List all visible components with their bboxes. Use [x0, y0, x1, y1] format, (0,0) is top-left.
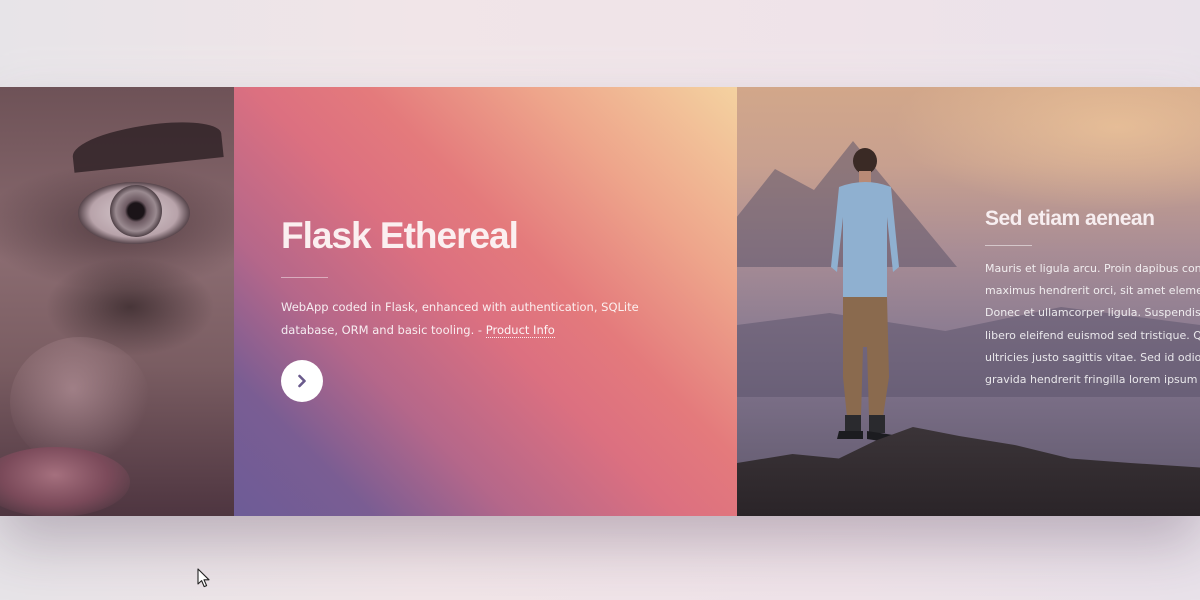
scene-title: Sed etiam aenean [985, 207, 1155, 230]
scene-divider [985, 245, 1032, 246]
scene-text-line: ultricies justo sagittis vitae. Sed id o… [985, 350, 1200, 364]
feature-description-text: WebApp coded in Flask, enhanced with aut… [281, 300, 639, 337]
feature-description: WebApp coded in Flask, enhanced with aut… [281, 296, 691, 342]
portrait-cheek-highlight [10, 337, 150, 467]
banner-strip: Flask Ethereal WebApp coded in Flask, en… [0, 87, 1200, 516]
scene-text-line: maximus hendrerit orci, sit amet elemen [985, 284, 1200, 298]
next-button[interactable] [281, 360, 323, 402]
scene-text-line: Mauris et ligula arcu. Proin dapibus con… [985, 262, 1200, 275]
portrait-image [0, 87, 234, 516]
feature-title: Flask Ethereal [281, 215, 519, 256]
portrait-eyebrow [70, 117, 224, 173]
scene-text-line: Donec et ullamcorper ligula. Suspendiss [985, 306, 1200, 320]
scene-text-line: libero eleifend euismod sed tristique. Q… [985, 328, 1200, 342]
scene-caption: Sed etiam aenean Mauris et ligula arcu. … [985, 207, 1200, 391]
feature-divider [281, 277, 328, 278]
scene-text-line: gravida hendrerit fringilla lorem ipsum … [985, 373, 1200, 387]
chevron-right-icon [298, 374, 306, 388]
product-info-link[interactable]: Product Info [485, 323, 555, 338]
portrait-iris [110, 185, 162, 237]
page: Flask Ethereal WebApp coded in Flask, en… [0, 0, 1200, 600]
hiker-figure [831, 148, 899, 443]
feature-panel: Flask Ethereal WebApp coded in Flask, en… [234, 87, 737, 516]
scene-image: Sed etiam aenean Mauris et ligula arcu. … [737, 87, 1200, 516]
mouse-cursor-icon [197, 568, 210, 588]
scene-text: Mauris et ligula arcu. Proin dapibus con… [985, 258, 1200, 391]
